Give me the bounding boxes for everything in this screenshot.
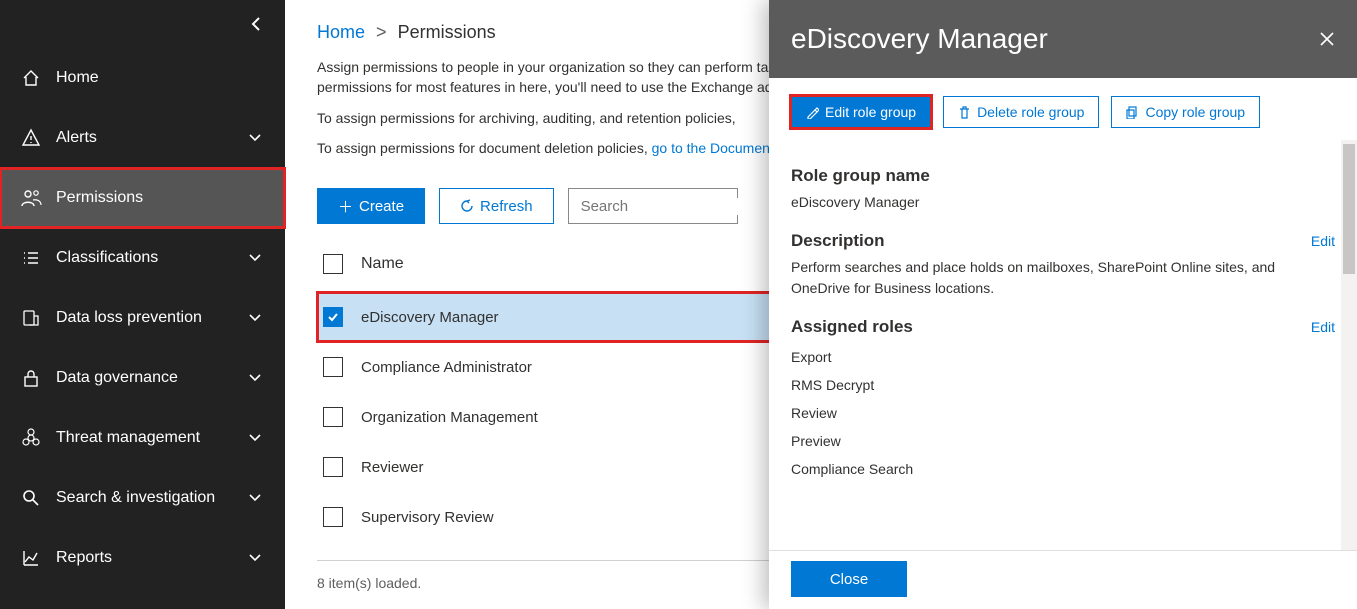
copy-icon: [1126, 106, 1139, 119]
sidebar: Home Alerts Permissions Classifications …: [0, 0, 285, 609]
lock-icon: [18, 368, 44, 388]
role-group-name-section: Role group name eDiscovery Manager: [791, 166, 1335, 213]
delete-role-group-button[interactable]: Delete role group: [943, 96, 1099, 128]
panel-actions: Edit role group Delete role group Copy r…: [769, 78, 1357, 140]
panel-body: Role group name eDiscovery Manager Descr…: [769, 140, 1357, 550]
column-name[interactable]: Name: [361, 255, 404, 273]
sidebar-item-governance[interactable]: Data governance: [0, 348, 285, 408]
dlp-icon: [18, 308, 44, 328]
row-checkbox[interactable]: [323, 457, 343, 477]
breadcrumb-separator: >: [376, 22, 387, 42]
chevron-down-icon: [249, 494, 269, 502]
chevron-down-icon: [249, 134, 269, 142]
button-label: Copy role group: [1145, 104, 1245, 120]
chevron-down-icon: [249, 374, 269, 382]
role-item: Preview: [791, 427, 1335, 455]
role-item: Export: [791, 343, 1335, 371]
trash-icon: [958, 106, 971, 119]
row-checkbox[interactable]: [323, 307, 343, 327]
select-all-checkbox[interactable]: [323, 254, 343, 274]
chart-icon: [18, 548, 44, 568]
button-label: Create: [359, 198, 404, 215]
sidebar-item-label: Data loss prevention: [56, 309, 249, 327]
sidebar-item-classifications[interactable]: Classifications: [0, 228, 285, 288]
edit-description-link[interactable]: Edit: [1311, 233, 1335, 249]
sidebar-item-dlp[interactable]: Data loss prevention: [0, 288, 285, 348]
chevron-down-icon: [249, 434, 269, 442]
row-name: Organization Management: [361, 409, 538, 426]
sidebar-item-threat[interactable]: Threat management: [0, 408, 285, 468]
section-title: Assigned roles: [791, 317, 913, 337]
copy-role-group-button[interactable]: Copy role group: [1111, 96, 1260, 128]
alert-icon: [18, 128, 44, 148]
pencil-icon: [806, 106, 819, 119]
sidebar-collapse-button[interactable]: [0, 0, 285, 48]
chevron-left-icon: [251, 17, 261, 31]
section-title: Role group name: [791, 166, 1335, 186]
sidebar-item-label: Alerts: [56, 129, 249, 147]
create-button[interactable]: ＋ Create: [317, 188, 425, 224]
button-label: Edit role group: [825, 104, 916, 120]
section-title: Description: [791, 231, 885, 251]
button-label: Refresh: [480, 198, 533, 215]
close-button[interactable]: Close: [791, 561, 907, 597]
panel-header: eDiscovery Manager: [769, 0, 1357, 78]
scrollbar-track[interactable]: [1341, 140, 1357, 550]
row-checkbox[interactable]: [323, 507, 343, 527]
role-item: Compliance Search: [791, 455, 1335, 483]
sidebar-item-permissions[interactable]: Permissions: [0, 168, 285, 228]
panel-footer: Close: [769, 550, 1357, 609]
search-input[interactable]: [581, 198, 780, 215]
search-box[interactable]: [568, 188, 738, 224]
breadcrumb-current: Permissions: [398, 22, 496, 42]
edit-roles-link[interactable]: Edit: [1311, 319, 1335, 335]
button-label: Close: [830, 571, 868, 588]
sidebar-item-search[interactable]: Search & investigation: [0, 468, 285, 528]
row-name: Supervisory Review: [361, 509, 494, 526]
role-group-name-value: eDiscovery Manager: [791, 192, 1335, 213]
scrollbar-thumb[interactable]: [1343, 144, 1355, 274]
chevron-down-icon: [249, 554, 269, 562]
description-section: Description Edit Perform searches and pl…: [791, 231, 1335, 299]
description-value: Perform searches and place holds on mail…: [791, 257, 1335, 299]
sidebar-item-reports[interactable]: Reports: [0, 528, 285, 588]
sidebar-item-label: Search & investigation: [56, 489, 249, 507]
row-name: Compliance Administrator: [361, 359, 532, 376]
row-checkbox[interactable]: [323, 407, 343, 427]
details-panel: eDiscovery Manager Edit role group Delet…: [769, 0, 1357, 609]
role-item: Review: [791, 399, 1335, 427]
breadcrumb-root[interactable]: Home: [317, 22, 365, 42]
sidebar-item-label: Reports: [56, 549, 249, 567]
sidebar-item-label: Threat management: [56, 429, 249, 447]
intro-text: To assign permissions for document delet…: [317, 140, 652, 156]
panel-title: eDiscovery Manager: [791, 23, 1048, 55]
refresh-icon: [460, 199, 474, 213]
sidebar-item-alerts[interactable]: Alerts: [0, 108, 285, 168]
edit-role-group-button[interactable]: Edit role group: [791, 96, 931, 128]
sidebar-item-label: Data governance: [56, 369, 249, 387]
chevron-down-icon: [249, 314, 269, 322]
role-item: RMS Decrypt: [791, 371, 1335, 399]
sidebar-item-label: Permissions: [56, 189, 269, 207]
sidebar-item-label: Home: [56, 69, 269, 87]
chevron-down-icon: [249, 254, 269, 262]
button-label: Delete role group: [977, 104, 1084, 120]
assigned-roles-section: Assigned roles Edit Export RMS Decrypt R…: [791, 317, 1335, 483]
search-icon: [18, 488, 44, 508]
intro-text: To assign permissions for archiving, aud…: [317, 110, 736, 126]
home-icon: [18, 68, 44, 88]
row-name: eDiscovery Manager: [361, 309, 499, 326]
row-name: Reviewer: [361, 459, 424, 476]
people-icon: [18, 188, 44, 208]
row-checkbox[interactable]: [323, 357, 343, 377]
plus-icon: ＋: [338, 196, 353, 217]
assigned-roles-list: Export RMS Decrypt Review Preview Compli…: [791, 343, 1335, 483]
sidebar-item-label: Classifications: [56, 249, 249, 267]
refresh-button[interactable]: Refresh: [439, 188, 554, 224]
close-icon[interactable]: [1319, 31, 1335, 47]
list-icon: [18, 248, 44, 268]
biohazard-icon: [18, 428, 44, 448]
sidebar-item-home[interactable]: Home: [0, 48, 285, 108]
